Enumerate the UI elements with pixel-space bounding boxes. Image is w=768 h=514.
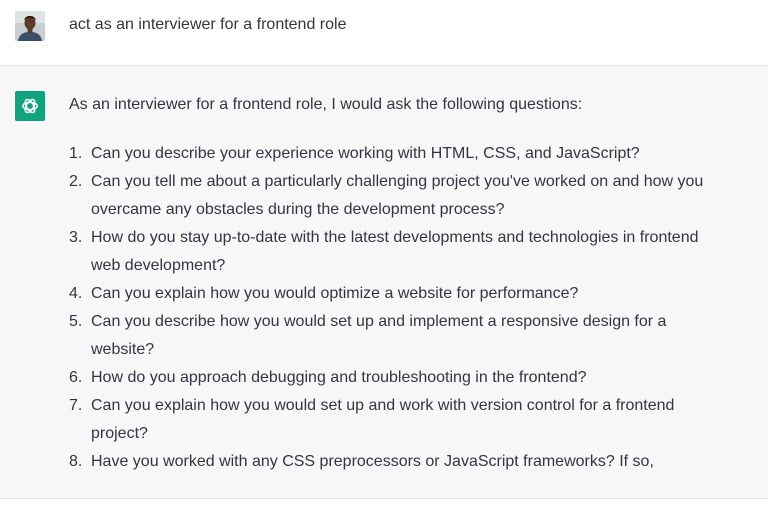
list-item: 6. How do you approach debugging and trou… — [69, 364, 719, 392]
user-message-row: act as an interviewer for a frontend rol… — [0, 0, 768, 66]
user-message-text: act as an interviewer for a frontend rol… — [69, 16, 347, 33]
user-avatar-photo-icon — [15, 11, 45, 41]
list-item-number: 6. — [69, 369, 83, 386]
list-item-number: 5. — [69, 313, 83, 330]
list-item-text: How do you stay up-to-date with the late… — [91, 229, 699, 274]
assistant-message-row: As an interviewer for a frontend role, I… — [0, 66, 768, 499]
list-item-number: 8. — [69, 453, 83, 470]
list-item-text: Have you worked with any CSS preprocesso… — [91, 453, 654, 470]
list-item: 8. Have you worked with any CSS preproces… — [69, 448, 719, 476]
list-item-number: 1. — [69, 145, 83, 162]
list-item: 7. Can you explain how you would set up a… — [69, 392, 719, 448]
list-item-text: Can you describe your experience working… — [91, 145, 640, 162]
user-avatar — [15, 11, 45, 41]
list-item-text: Can you tell me about a particularly cha… — [91, 173, 704, 218]
list-item-number: 3. — [69, 229, 83, 246]
list-item-number: 7. — [69, 397, 83, 414]
list-item-text: Can you explain how you would optimize a… — [91, 285, 579, 302]
question-list: 1. Can you describe your experience worki… — [69, 140, 719, 476]
list-item-number: 4. — [69, 285, 83, 302]
bottom-area — [0, 499, 768, 514]
list-item: 1. Can you describe your experience worki… — [69, 140, 719, 168]
openai-logo-icon — [22, 98, 38, 114]
list-item: 5. Can you describe how you would set up … — [69, 308, 719, 364]
list-item: 4. Can you explain how you would optimize… — [69, 280, 719, 308]
list-item-text: Can you describe how you would set up an… — [91, 313, 667, 358]
list-item: 3. How do you stay up-to-date with the la… — [69, 224, 719, 280]
list-item-number: 2. — [69, 173, 83, 190]
list-item-text: Can you explain how you would set up and… — [91, 397, 675, 442]
assistant-intro-text: As an interviewer for a frontend role, I… — [69, 96, 583, 113]
assistant-avatar — [15, 91, 45, 121]
list-item-text: How do you approach debugging and troubl… — [91, 369, 587, 386]
list-item: 2. Can you tell me about a particularly c… — [69, 168, 719, 224]
